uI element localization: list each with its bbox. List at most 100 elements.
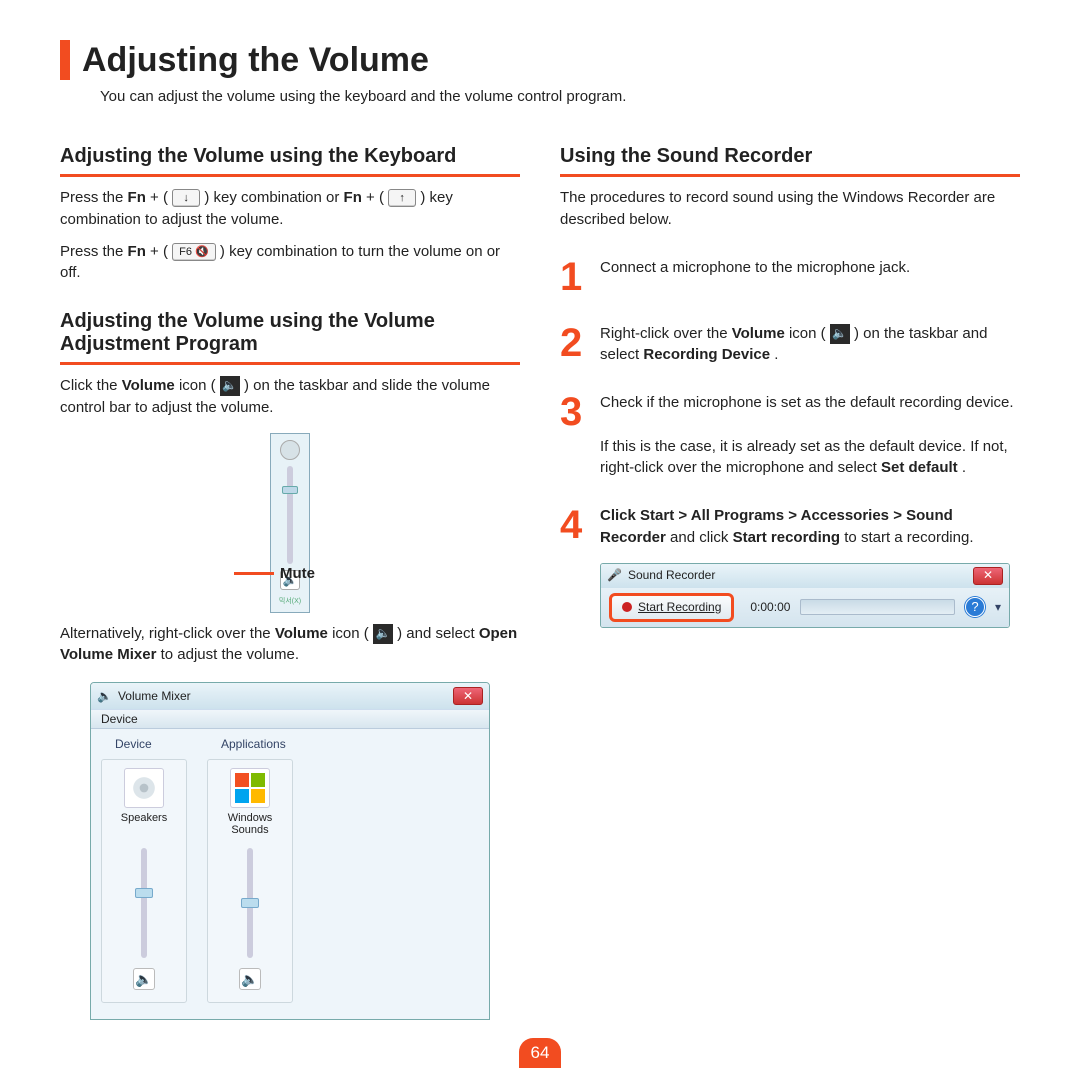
volume-popup: 🔈 믹서(X) (270, 433, 310, 613)
device-menu[interactable]: Device (101, 712, 138, 726)
fn-key-label: Fn (128, 189, 146, 206)
text: + ( (366, 189, 384, 206)
mute-key-icon: F6 🔇 (172, 243, 216, 261)
start-recording-button[interactable]: Start Recording (609, 593, 734, 622)
speaker-icon: 🔈 (832, 325, 847, 342)
applications-group: Applications Windows Sounds 🔈 (207, 737, 293, 1003)
text: icon ( (179, 377, 216, 394)
speakers-device-icon (124, 768, 164, 808)
volume-word: Volume (275, 625, 328, 642)
text: Press the (60, 243, 128, 260)
step-3: 3 Check if the microphone is set as the … (560, 392, 1020, 479)
right-column: Using the Sound Recorder The procedures … (560, 135, 1020, 1020)
text: to start a recording. (844, 529, 973, 546)
mute-toggle-icon[interactable]: 🔈 (133, 968, 155, 990)
page-title: Adjusting the Volume (82, 41, 429, 80)
slider-track (247, 848, 253, 958)
step-number: 3 (560, 392, 590, 432)
volume-word: Volume (732, 325, 785, 342)
heading-keyboard: Adjusting the Volume using the Keyboard (60, 145, 520, 177)
para-key-combo-volume: Press the Fn + ( ↓ ) key combination or … (60, 187, 520, 231)
text: ) and select (397, 625, 479, 642)
help-icon[interactable]: ? (965, 597, 985, 617)
text: Right-click over the (600, 325, 732, 342)
volume-up-key-icon: ↑ (388, 189, 416, 207)
text: + ( (150, 243, 168, 260)
level-meter (800, 599, 955, 615)
close-button[interactable]: ✕ (453, 687, 483, 705)
device-header: Device (115, 737, 187, 751)
text: to adjust the volume. (161, 646, 299, 663)
speaker-icon: 🔈 (222, 377, 237, 394)
window-menubar: Device (91, 709, 489, 729)
callout-line (234, 572, 274, 575)
microphone-icon: 🎤 (607, 567, 622, 584)
sound-recorder-window: 🎤 Sound Recorder ✕ Start Recording 0:00:… (600, 563, 1010, 628)
slider-thumb (135, 888, 153, 898)
step-4-text: Click Start > All Programs > Accessories… (600, 505, 1020, 628)
text: + ( (150, 189, 168, 206)
close-button[interactable]: ✕ (973, 567, 1003, 585)
page-number-badge: 64 (519, 1038, 561, 1068)
text: . (774, 346, 778, 363)
page-title-row: Adjusting the Volume (60, 40, 1020, 80)
mixer-body: Device Speakers 🔈 Applications (91, 729, 489, 1019)
mute-callout: Mute (234, 565, 315, 582)
volume-down-key-icon: ↓ (172, 189, 200, 207)
slider-track (287, 466, 293, 564)
speakers-label: Speakers (121, 812, 167, 838)
heading-sound-recorder: Using the Sound Recorder (560, 145, 1020, 177)
volume-slider-illustration: 🔈 믹서(X) Mute (190, 433, 390, 613)
windows-sounds-column: Windows Sounds 🔈 (207, 759, 293, 1003)
intro-text: You can adjust the volume using the keyb… (100, 88, 1020, 105)
mute-toggle-icon[interactable]: 🔈 (239, 968, 261, 990)
text: Press the (60, 189, 128, 206)
step-number: 2 (560, 323, 590, 363)
taskbar-volume-icon: 🔈 (220, 376, 240, 396)
recording-time: 0:00:00 (750, 599, 790, 616)
slider-track (141, 848, 147, 958)
step-number: 1 (560, 257, 590, 297)
text: Alternatively, right-click over the (60, 625, 275, 642)
device-group: Device Speakers 🔈 (101, 737, 187, 1003)
text: . (962, 459, 966, 476)
windows-logo-icon (230, 768, 270, 808)
step-number: 4 (560, 505, 590, 545)
windows-sounds-label: Windows Sounds (222, 812, 278, 838)
step-2: 2 Right-click over the Volume icon ( 🔈 )… (560, 323, 1020, 367)
step-1: 1 Connect a microphone to the microphone… (560, 257, 1020, 297)
mixer-link: 믹서(X) (279, 596, 301, 606)
step-4: 4 Click Start > All Programs > Accessori… (560, 505, 1020, 628)
fn-key-label: Fn (128, 243, 146, 260)
fn-key-label: Fn (344, 189, 362, 206)
speaker-icon: 🔈 (375, 625, 390, 642)
speaker-icon: 🔈 (97, 689, 112, 703)
taskbar-volume-icon: 🔈 (373, 624, 393, 644)
window-title: Volume Mixer (118, 689, 191, 703)
applications-header: Applications (221, 737, 293, 751)
volume-word: Volume (122, 377, 175, 394)
recording-device-label: Recording Device (643, 346, 770, 363)
title-accent-bar (60, 40, 70, 80)
speakers-column: Speakers 🔈 (101, 759, 187, 1003)
text: and click (670, 529, 733, 546)
window-title: Sound Recorder (628, 567, 715, 584)
step-3-text: Check if the microphone is set as the de… (600, 392, 1020, 479)
window-titlebar: 🎤 Sound Recorder ✕ (601, 564, 1009, 588)
window-titlebar: 🔈 Volume Mixer ✕ (91, 683, 489, 709)
record-dot-icon (622, 602, 632, 612)
step-2-text: Right-click over the Volume icon ( 🔈 ) o… (600, 323, 1020, 367)
para-click-volume-icon: Click the Volume icon ( 🔈 ) on the taskb… (60, 375, 520, 419)
dropdown-icon[interactable]: ▾ (995, 599, 1001, 616)
step-1-text: Connect a microphone to the microphone j… (600, 257, 1020, 279)
columns: Adjusting the Volume using the Keyboard … (60, 135, 1020, 1020)
text: icon ( (332, 625, 369, 642)
volume-mixer-window: 🔈 Volume Mixer ✕ Device Device Speakers (90, 682, 490, 1020)
windows-flag-icon (235, 773, 265, 803)
recorder-intro: The procedures to record sound using the… (560, 187, 1020, 231)
speaker-cone-icon (131, 775, 157, 801)
para-open-volume-mixer: Alternatively, right-click over the Volu… (60, 623, 520, 667)
slider-thumb (241, 898, 259, 908)
text: Click the (60, 377, 122, 394)
para-key-combo-mute: Press the Fn + ( F6 🔇 ) key combination … (60, 241, 520, 285)
